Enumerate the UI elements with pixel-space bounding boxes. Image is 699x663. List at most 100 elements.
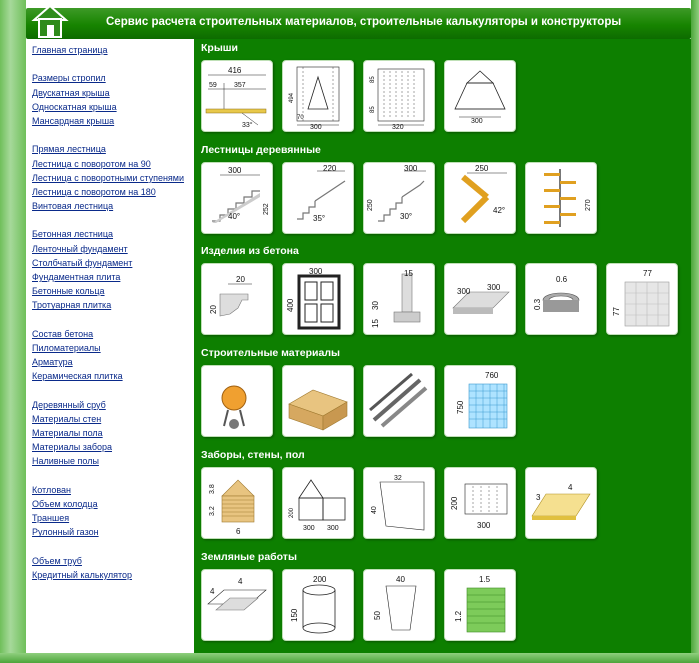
dimension-label: 150 <box>290 608 299 622</box>
calculator-tile[interactable]: 200 300 300 <box>282 467 354 539</box>
sidebar-item: Винтовая лестница <box>32 198 194 212</box>
dimension-label: 1.2 <box>454 610 463 622</box>
straight-stairs-icon: 300 252 40° <box>212 166 270 223</box>
section-title: Крыши <box>201 42 238 54</box>
dimension-label: 4 <box>238 577 243 586</box>
dimension-label: 59 <box>209 82 217 89</box>
calculator-tile[interactable]: 3.8 3.2 6 <box>201 467 273 539</box>
sidebar-link[interactable]: Главная страница <box>32 45 108 55</box>
stairs-turn-90-icon: 220 35° <box>297 164 346 223</box>
house-logo-icon[interactable] <box>30 2 70 40</box>
self-leveling-floor-icon: 34 <box>531 483 591 520</box>
calculator-tile[interactable] <box>363 365 435 437</box>
calculator-tile[interactable]: 15 30 15 <box>363 263 435 335</box>
dimension-label: 3.2 <box>209 506 216 516</box>
calculator-tile[interactable]: 300 400 <box>282 263 354 335</box>
site-title: Сервис расчета строительных материалов, … <box>106 16 622 28</box>
sidebar-link[interactable]: Рулонный газон <box>32 527 99 537</box>
right-frame <box>691 0 699 663</box>
sidebar-link[interactable]: Тротуарная плитка <box>32 300 111 310</box>
calculator-tile[interactable]: 77 77 <box>606 263 678 335</box>
calculator-tile[interactable] <box>201 365 273 437</box>
calculator-tile[interactable]: 20 20 <box>201 263 273 335</box>
sidebar-link[interactable]: Пиломатериалы <box>32 343 101 353</box>
sidebar-link[interactable]: Керамическая плитка <box>32 371 123 381</box>
calculator-tile[interactable]: 1.5 1.2 <box>444 569 516 641</box>
sidebar-link[interactable]: Ленточный фундамент <box>32 244 128 254</box>
sidebar-link[interactable]: Кредитный калькулятор <box>32 570 132 580</box>
dimension-label: 300 <box>477 521 491 530</box>
calculator-tile[interactable]: 40 50 <box>363 569 435 641</box>
sidebar-link[interactable]: Материалы стен <box>32 414 101 424</box>
sidebar-link[interactable]: Лестница с поворотными ступенями <box>32 173 184 183</box>
dimension-label: 77 <box>612 307 621 316</box>
calculator-tile[interactable]: 85 85 320 <box>363 60 435 132</box>
sidebar-item: Двускатная крыша <box>32 85 194 99</box>
sidebar-item: Котлован <box>32 482 194 496</box>
calculator-tile[interactable]: 300 300 <box>444 263 516 335</box>
dimension-label: 33° <box>242 121 253 129</box>
sidebar-link[interactable]: Арматура <box>32 357 73 367</box>
sidebar-item: Бетонные кольца <box>32 283 194 297</box>
sidebar-link[interactable]: Односкатная крыша <box>32 102 117 112</box>
sidebar-link[interactable]: Фундаментная плита <box>32 272 120 282</box>
sidebar-item: Размеры стропил <box>32 70 194 84</box>
sidebar-link[interactable]: Бетонная лестница <box>32 229 113 239</box>
floor-materials-icon: 32 40 <box>371 475 425 531</box>
dimension-label: 35° <box>313 214 325 223</box>
sidebar-link[interactable]: Котлован <box>32 485 71 495</box>
sidebar-link[interactable]: Бетонные кольца <box>32 286 105 296</box>
sidebar: Главная страница Размеры стропил Двускатна… <box>26 39 194 653</box>
dimension-label: 300 <box>228 166 242 175</box>
sidebar-item: Фундаментная плита <box>32 269 194 283</box>
sidebar-link[interactable]: Деревянный сруб <box>32 400 106 410</box>
sidebar-link[interactable]: Мансардная крыша <box>32 116 114 126</box>
sidebar-link[interactable]: Объем труб <box>32 556 82 566</box>
sidebar-link[interactable]: Размеры стропил <box>32 73 106 83</box>
section-title: Лестницы деревянные <box>201 144 321 156</box>
calculator-tile[interactable]: 300 252 40° <box>201 162 273 234</box>
rafter-dimensions-icon: 416 59 357 33° <box>205 66 267 129</box>
sidebar-nav: Главная страница Размеры стропил Двускатна… <box>26 39 194 581</box>
foundation-pit-icon: 44 <box>207 577 267 611</box>
bottom-frame <box>0 653 699 663</box>
dimension-label: 40° <box>228 212 240 221</box>
sidebar-spacer <box>32 383 194 397</box>
calculator-tile[interactable]: 44 <box>201 569 273 641</box>
sidebar-link[interactable]: Объем колодца <box>32 499 98 509</box>
sidebar-link[interactable]: Столбчатый фундамент <box>32 258 132 268</box>
calculator-tile[interactable]: 32 40 <box>363 467 435 539</box>
sidebar-link[interactable]: Лестница с поворотом на 90 <box>32 159 151 169</box>
dimension-label: 4 <box>210 587 215 596</box>
calculator-tile[interactable]: 494 70 300 <box>282 60 354 132</box>
sidebar-link[interactable]: Материалы пола <box>32 428 103 438</box>
calculator-tile[interactable] <box>282 365 354 437</box>
calculator-tile[interactable]: 200 300 <box>444 467 516 539</box>
sidebar-link[interactable]: Состав бетона <box>32 329 93 339</box>
sidebar-spacer <box>32 312 194 326</box>
sidebar-link[interactable]: Лестница с поворотом на 180 <box>32 187 156 197</box>
calculator-tile[interactable]: 300 250 30° <box>363 162 435 234</box>
sidebar-link[interactable]: Наливные полы <box>32 456 99 466</box>
sidebar-link[interactable]: Прямая лестница <box>32 144 106 154</box>
calculator-tile[interactable]: 0.6 0.3 <box>525 263 597 335</box>
well-volume-icon: 200 150 <box>290 575 336 634</box>
calculator-tile[interactable]: 200 150 <box>282 569 354 641</box>
sidebar-item: Лестница с поворотом на 90 <box>32 156 194 170</box>
calculator-tile[interactable]: 416 59 357 33° <box>201 60 273 132</box>
sidebar-item: Бетонная лестница <box>32 226 194 240</box>
calculator-tile[interactable]: 220 35° <box>282 162 354 234</box>
stairs-turn-180-icon: 250 42° <box>460 164 507 224</box>
calculator-tile[interactable]: 760 750 <box>444 365 516 437</box>
calculator-tile[interactable]: 250 42° <box>444 162 516 234</box>
section-title: Заборы, стены, пол <box>201 449 305 461</box>
rebar-icon <box>369 372 428 428</box>
sidebar-link[interactable]: Материалы забора <box>32 442 112 452</box>
calculator-tile[interactable]: 34 <box>525 467 597 539</box>
sidebar-link[interactable]: Двускатная крыша <box>32 88 110 98</box>
sidebar-link[interactable]: Винтовая лестница <box>32 201 113 211</box>
sidebar-link[interactable]: Траншея <box>32 513 69 523</box>
dimension-label: 6 <box>236 527 241 536</box>
calculator-tile[interactable]: 270 <box>525 162 597 234</box>
calculator-tile[interactable]: 300 <box>444 60 516 132</box>
